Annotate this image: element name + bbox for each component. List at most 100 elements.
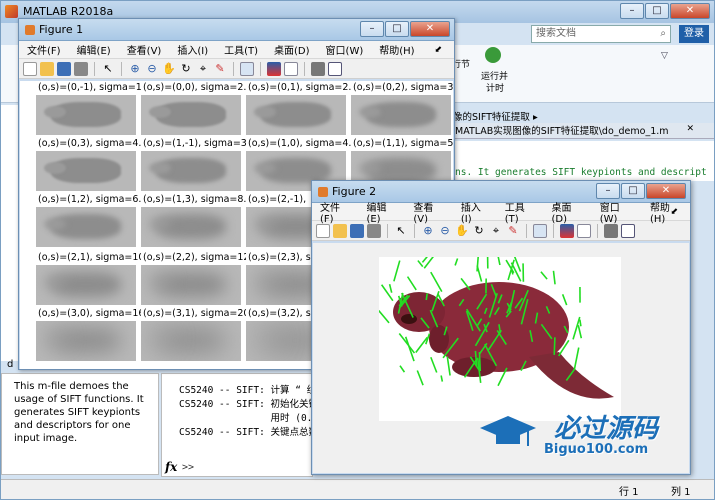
menu-tools[interactable]: 工具(T) — [216, 42, 266, 57]
keypoint-marker — [454, 258, 459, 266]
toolbar-divider — [304, 61, 305, 76]
menu-edit[interactable]: 编辑(E) — [358, 199, 405, 225]
keypoint-marker — [404, 336, 415, 362]
help-text: This m-file demoes the usage of SIFT fun… — [14, 381, 144, 444]
open-icon[interactable] — [40, 61, 54, 76]
menu-edit[interactable]: 编辑(E) — [69, 42, 119, 57]
close-icon[interactable]: ✕ — [670, 3, 710, 19]
figure1-titlebar[interactable]: Figure 1 – □ ✕ — [19, 19, 454, 41]
open-icon[interactable] — [333, 223, 347, 238]
editor-area[interactable]: ns. It generates SIFT keypionts and desc… — [453, 141, 714, 181]
search-input[interactable]: 搜索文档 ⌕ — [531, 25, 671, 43]
save-icon[interactable] — [57, 61, 71, 76]
show-plot-tools-icon[interactable] — [328, 61, 342, 76]
menu-file[interactable]: 文件(F) — [19, 42, 69, 57]
ribbon-collapse-icon[interactable]: ▽ — [661, 51, 668, 61]
maximize-icon[interactable]: □ — [645, 3, 669, 19]
pointer-icon[interactable]: ↖ — [101, 62, 115, 76]
data-cursor-icon[interactable]: ⌖ — [489, 224, 503, 238]
menu-dock-icon[interactable]: ⬋ — [426, 45, 450, 55]
scale-space-image — [36, 95, 136, 135]
close-icon[interactable]: ✕ — [410, 21, 450, 37]
scale-space-image — [36, 207, 136, 247]
legend-icon[interactable] — [284, 61, 298, 76]
minimize-icon[interactable]: – — [620, 3, 644, 19]
scale-label: (o,s)=(1,2), sigma=6.4 — [36, 193, 141, 207]
print-icon[interactable] — [367, 223, 381, 238]
menu-dock-icon[interactable]: ⬋ — [662, 207, 686, 217]
menu-tools[interactable]: 工具(T) — [497, 199, 544, 225]
menu-insert[interactable]: 插入(I) — [453, 199, 497, 225]
scale-label: (o,s)=(1,-1), sigma=3.2 — [141, 137, 246, 151]
toolbar-divider — [414, 223, 415, 238]
zoom-in-icon[interactable]: ⊕ — [421, 224, 435, 238]
hide-plot-tools-icon[interactable] — [604, 223, 618, 238]
scale-space-image — [351, 95, 451, 135]
keypoint-marker — [430, 271, 443, 292]
menu-help[interactable]: 帮助(H) — [371, 42, 422, 57]
menu-desktop[interactable]: 桌面(D) — [544, 199, 592, 225]
data-cursor-icon[interactable]: ⌖ — [196, 62, 210, 76]
zoom-in-icon[interactable]: ⊕ — [128, 62, 142, 76]
menu-window[interactable]: 窗口(W) — [592, 199, 642, 225]
brush-icon[interactable]: ✎ — [506, 224, 520, 238]
watermark: 必过源码 Biguo100.com — [478, 408, 708, 468]
pan-icon[interactable]: ✋ — [162, 62, 176, 76]
new-figure-icon[interactable] — [316, 223, 330, 238]
minimize-icon[interactable]: – — [360, 21, 384, 37]
new-figure-icon[interactable] — [23, 61, 37, 76]
print-icon[interactable] — [74, 61, 88, 76]
pointer-icon[interactable]: ↖ — [394, 224, 408, 238]
legend-icon[interactable] — [577, 223, 591, 238]
scale-label: (o,s)=(0,1), sigma=2.5 — [246, 81, 351, 95]
run-time-label-2[interactable]: 计时 — [486, 81, 504, 94]
pan-icon[interactable]: ✋ — [455, 224, 469, 238]
scale-label: (o,s)=(2,2), sigma=12. — [141, 251, 246, 265]
menu-insert[interactable]: 插入(I) — [169, 42, 216, 57]
search-placeholder: 搜索文档 — [536, 28, 576, 39]
figure1-toolbar: ↖ ⊕ ⊖ ✋ ↻ ⌖ ✎ — [19, 59, 454, 79]
menu-view[interactable]: 查看(V) — [119, 42, 170, 57]
rotate-icon[interactable]: ↻ — [179, 62, 193, 76]
link-icon[interactable] — [533, 223, 547, 238]
menu-window[interactable]: 窗口(W) — [318, 42, 372, 57]
colorbar-icon[interactable] — [560, 223, 574, 238]
editor-tab[interactable]: MATLAB实现图像的SIFT特征提取\do_demo_1.m — [455, 126, 669, 137]
zoom-out-icon[interactable]: ⊖ — [438, 224, 452, 238]
menu-view[interactable]: 查看(V) — [405, 199, 452, 225]
side-d-label: d — [7, 359, 14, 370]
maximize-icon[interactable]: □ — [621, 183, 645, 199]
command-window[interactable]: CS5240 -- SIFT: 计算 “ 组 CS5240 -- SIFT: 初… — [161, 373, 318, 477]
keypoints-image — [379, 257, 621, 421]
close-icon[interactable]: ✕ — [646, 183, 686, 199]
fx-icon[interactable]: fx — [165, 460, 177, 474]
save-icon[interactable] — [350, 223, 364, 238]
address-bar[interactable]: 像的SIFT特征提取 ▸ — [453, 109, 703, 123]
scale-space-image — [141, 321, 241, 361]
scale-label: (o,s)=(0,2), sigma=3 — [351, 81, 453, 95]
keypoint-marker — [425, 293, 428, 301]
hide-plot-tools-icon[interactable] — [311, 61, 325, 76]
close-tab-icon[interactable]: ✕ — [686, 124, 694, 134]
maximize-icon[interactable]: □ — [385, 21, 409, 37]
menu-file[interactable]: 文件(F) — [312, 199, 358, 225]
rotate-icon[interactable]: ↻ — [472, 224, 486, 238]
keypoint-marker — [423, 257, 434, 269]
figure1-title: Figure 1 — [39, 23, 84, 36]
scale-label: (o,s)=(3,0), sigma=16. — [36, 307, 141, 321]
toolbar-divider — [387, 223, 388, 238]
minimize-icon[interactable]: – — [596, 183, 620, 199]
link-icon[interactable] — [240, 61, 254, 76]
run-time-icon[interactable] — [485, 47, 501, 63]
keypoint-marker — [561, 294, 568, 306]
colorbar-icon[interactable] — [267, 61, 281, 76]
show-plot-tools-icon[interactable] — [621, 223, 635, 238]
zoom-out-icon[interactable]: ⊖ — [145, 62, 159, 76]
login-button[interactable]: 登录 — [679, 25, 709, 43]
menu-desktop[interactable]: 桌面(D) — [266, 42, 318, 57]
figure2-controls: – □ ✕ — [596, 183, 686, 199]
keypoint-marker — [415, 336, 428, 353]
brush-icon[interactable]: ✎ — [213, 62, 227, 76]
command-line-4: CS5240 -- SIFT: 关键点总数 — [179, 427, 319, 438]
matlab-logo-icon — [5, 5, 18, 18]
